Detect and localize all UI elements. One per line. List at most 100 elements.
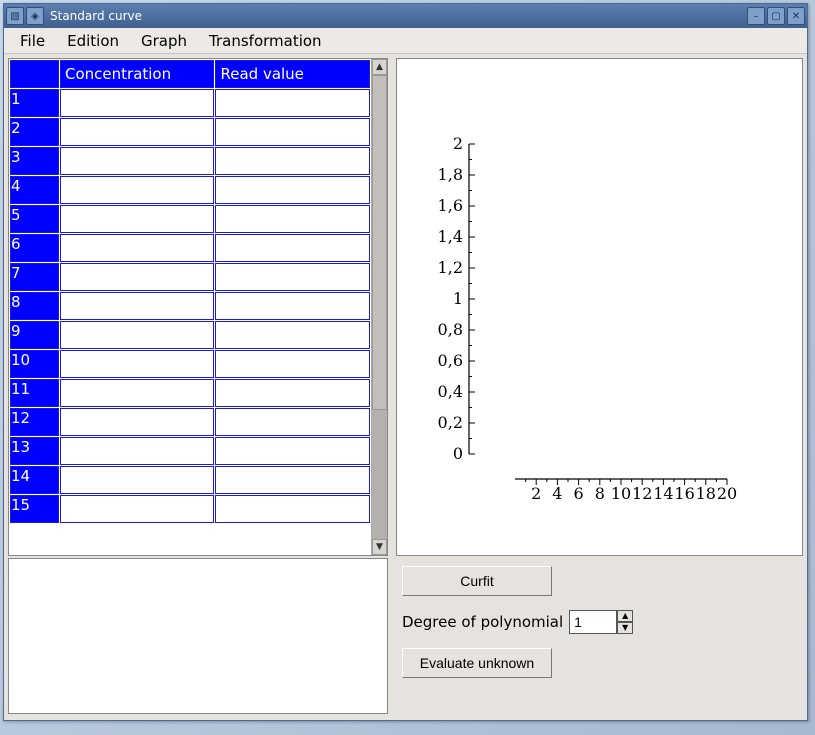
- sticky-icon[interactable]: ◈: [26, 7, 44, 25]
- cell-concentration[interactable]: [60, 147, 214, 175]
- input-concentration[interactable]: [61, 235, 213, 261]
- cell-read-value[interactable]: [215, 379, 370, 407]
- cell-concentration[interactable]: [60, 350, 214, 378]
- col-header-concentration[interactable]: Concentration: [60, 60, 214, 88]
- row-header[interactable]: 11: [10, 379, 59, 407]
- row-header[interactable]: 12: [10, 408, 59, 436]
- row-header[interactable]: 13: [10, 437, 59, 465]
- input-read-value[interactable]: [216, 206, 369, 232]
- input-concentration[interactable]: [61, 206, 213, 232]
- window-menu-icon[interactable]: ▧: [6, 7, 24, 25]
- scroll-track[interactable]: [372, 410, 387, 539]
- cell-concentration[interactable]: [60, 118, 214, 146]
- cell-read-value[interactable]: [215, 466, 370, 494]
- cell-read-value[interactable]: [215, 292, 370, 320]
- input-concentration[interactable]: [61, 177, 213, 203]
- maximize-icon[interactable]: ▢: [767, 7, 785, 25]
- cell-concentration[interactable]: [60, 292, 214, 320]
- row-header[interactable]: 9: [10, 321, 59, 349]
- cell-read-value[interactable]: [215, 321, 370, 349]
- row-header[interactable]: 10: [10, 350, 59, 378]
- row-header[interactable]: 15: [10, 495, 59, 523]
- cell-concentration[interactable]: [60, 379, 214, 407]
- cell-concentration[interactable]: [60, 205, 214, 233]
- row-header[interactable]: 4: [10, 176, 59, 204]
- row-header[interactable]: 1: [10, 89, 59, 117]
- row-header[interactable]: 7: [10, 263, 59, 291]
- evaluate-button[interactable]: Evaluate unknown: [402, 648, 552, 678]
- cell-read-value[interactable]: [215, 118, 370, 146]
- menu-transformation[interactable]: Transformation: [199, 29, 332, 53]
- input-read-value[interactable]: [216, 90, 369, 116]
- table-row: 3: [10, 147, 370, 175]
- input-read-value[interactable]: [216, 119, 369, 145]
- cell-read-value[interactable]: [215, 350, 370, 378]
- input-read-value[interactable]: [216, 409, 369, 435]
- cell-concentration[interactable]: [60, 437, 214, 465]
- degree-spinbox[interactable]: ▲ ▼: [569, 610, 633, 634]
- cell-concentration[interactable]: [60, 176, 214, 204]
- input-concentration[interactable]: [61, 380, 213, 406]
- input-read-value[interactable]: [216, 380, 369, 406]
- spin-up-icon[interactable]: ▲: [617, 610, 633, 622]
- cell-read-value[interactable]: [215, 495, 370, 523]
- cell-concentration[interactable]: [60, 234, 214, 262]
- degree-input[interactable]: [569, 610, 617, 634]
- input-concentration[interactable]: [61, 351, 213, 377]
- cell-concentration[interactable]: [60, 466, 214, 494]
- curfit-button[interactable]: Curfit: [402, 566, 552, 596]
- cell-concentration[interactable]: [60, 263, 214, 291]
- svg-text:2: 2: [453, 134, 463, 153]
- input-read-value[interactable]: [216, 177, 369, 203]
- input-concentration[interactable]: [61, 438, 213, 464]
- titlebar[interactable]: ▧ ◈ Standard curve – ▢ ✕: [4, 4, 807, 28]
- input-concentration[interactable]: [61, 409, 213, 435]
- menu-graph[interactable]: Graph: [131, 29, 197, 53]
- scroll-thumb[interactable]: [372, 75, 387, 410]
- scroll-up-icon[interactable]: ▲: [372, 59, 387, 75]
- minimize-icon[interactable]: –: [747, 7, 765, 25]
- row-header[interactable]: 5: [10, 205, 59, 233]
- input-concentration[interactable]: [61, 119, 213, 145]
- col-header-read-value[interactable]: Read value: [215, 60, 370, 88]
- cell-read-value[interactable]: [215, 89, 370, 117]
- input-read-value[interactable]: [216, 293, 369, 319]
- input-concentration[interactable]: [61, 496, 213, 522]
- spin-down-icon[interactable]: ▼: [617, 622, 633, 634]
- cell-read-value[interactable]: [215, 234, 370, 262]
- cell-concentration[interactable]: [60, 408, 214, 436]
- row-header[interactable]: 6: [10, 234, 59, 262]
- cell-concentration[interactable]: [60, 321, 214, 349]
- cell-concentration[interactable]: [60, 495, 214, 523]
- table-scrollbar[interactable]: ▲ ▼: [371, 59, 387, 555]
- input-read-value[interactable]: [216, 235, 369, 261]
- input-read-value[interactable]: [216, 351, 369, 377]
- cell-read-value[interactable]: [215, 147, 370, 175]
- cell-read-value[interactable]: [215, 263, 370, 291]
- row-header[interactable]: 14: [10, 466, 59, 494]
- input-concentration[interactable]: [61, 264, 213, 290]
- input-concentration[interactable]: [61, 322, 213, 348]
- scroll-down-icon[interactable]: ▼: [372, 539, 387, 555]
- row-header[interactable]: 3: [10, 147, 59, 175]
- cell-read-value[interactable]: [215, 205, 370, 233]
- input-concentration[interactable]: [61, 90, 213, 116]
- input-concentration[interactable]: [61, 148, 213, 174]
- menu-edition[interactable]: Edition: [57, 29, 129, 53]
- input-read-value[interactable]: [216, 467, 369, 493]
- row-header[interactable]: 2: [10, 118, 59, 146]
- cell-read-value[interactable]: [215, 408, 370, 436]
- input-concentration[interactable]: [61, 293, 213, 319]
- input-read-value[interactable]: [216, 264, 369, 290]
- input-concentration[interactable]: [61, 467, 213, 493]
- input-read-value[interactable]: [216, 496, 369, 522]
- input-read-value[interactable]: [216, 148, 369, 174]
- input-read-value[interactable]: [216, 438, 369, 464]
- cell-read-value[interactable]: [215, 176, 370, 204]
- input-read-value[interactable]: [216, 322, 369, 348]
- close-icon[interactable]: ✕: [787, 7, 805, 25]
- row-header[interactable]: 8: [10, 292, 59, 320]
- menu-file[interactable]: File: [10, 29, 55, 53]
- cell-read-value[interactable]: [215, 437, 370, 465]
- cell-concentration[interactable]: [60, 89, 214, 117]
